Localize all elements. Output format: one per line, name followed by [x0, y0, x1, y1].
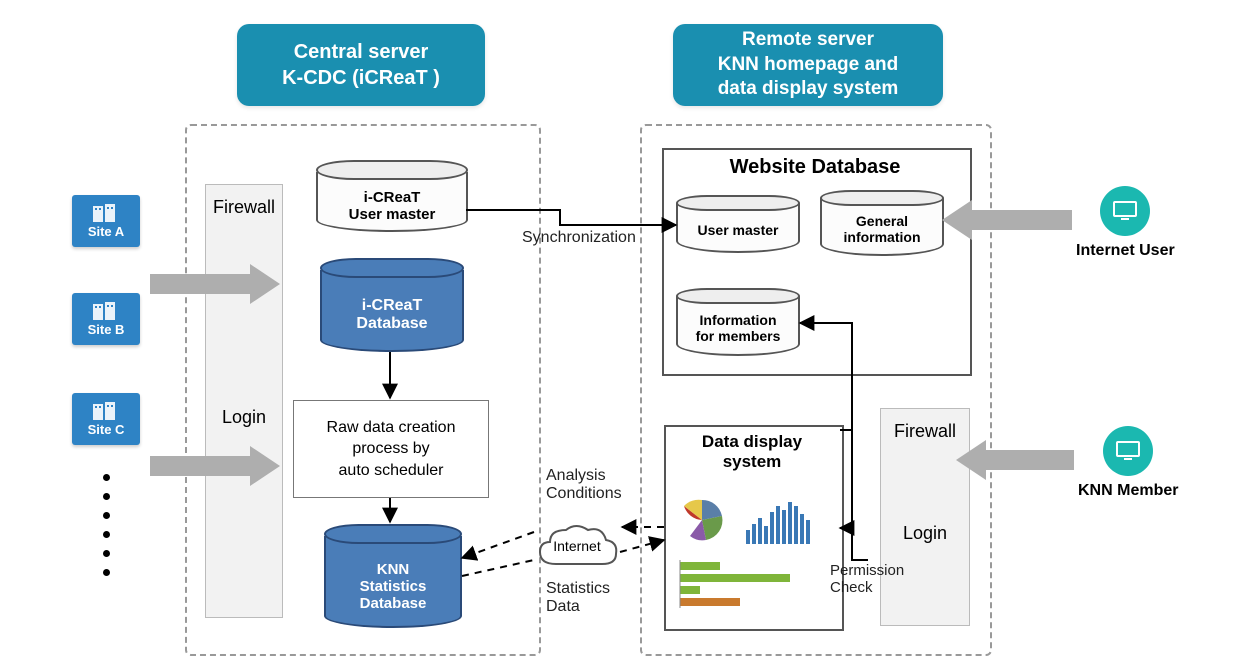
internet-user-label: Internet User [1076, 242, 1175, 260]
firewall-left: Firewall Login [205, 184, 283, 618]
website-database-title: Website Database [662, 156, 968, 179]
arrow-member-to-firewall [956, 440, 1074, 480]
site-b-label: Site B [88, 322, 125, 337]
arrow-sites-to-firewall-1 [150, 264, 280, 304]
site-c-label: Site C [88, 422, 125, 437]
site-b: Site B [72, 293, 140, 345]
raw-data-process-label: Raw data creation process by auto schedu… [327, 417, 456, 482]
monitor-icon [1100, 186, 1150, 236]
members-info-db: Information for members [678, 288, 798, 356]
remote-usermaster-db-label: User master [678, 222, 798, 238]
knn-member-label: KNN Member [1078, 482, 1178, 500]
site-icon [93, 402, 119, 420]
site-a-label: Site A [88, 224, 124, 239]
internet-cloud-label: Internet [532, 520, 622, 572]
permission-check-label: Permission Check [830, 562, 904, 596]
arrow-sites-to-firewall-2 [150, 446, 280, 486]
firewall-right-title: Firewall [894, 421, 956, 442]
raw-data-process-box: Raw data creation process by auto schedu… [293, 400, 489, 498]
central-server-header: Central server K-CDC (iCReaT ) [237, 24, 485, 106]
knn-member: KNN Member [1078, 426, 1178, 500]
firewall-left-login: Login [222, 407, 266, 428]
data-display-system-title: Data display system [664, 432, 840, 472]
arrow-internet-user-to-db [942, 200, 1072, 240]
remote-usermaster-db: User master [678, 195, 798, 253]
synchronization-label: Synchronization [522, 229, 636, 247]
chart-thumbnail-2 [680, 560, 820, 614]
internet-cloud: Internet [532, 520, 622, 572]
knn-statistics-db: KNN Statistics Database [326, 524, 460, 628]
chart-thumbnail-1 [676, 490, 832, 550]
site-icon [93, 302, 119, 320]
members-info-db-label: Information for members [678, 312, 798, 344]
knn-statistics-db-label: KNN Statistics Database [326, 561, 460, 612]
remote-server-header-text: Remote server KNN homepage and data disp… [718, 28, 899, 102]
internet-user: Internet User [1076, 186, 1175, 260]
firewall-left-title: Firewall [213, 197, 275, 218]
site-a: Site A [72, 195, 140, 247]
general-info-db-label: General information [822, 213, 942, 245]
general-info-db: General information [822, 190, 942, 256]
remote-server-header: Remote server KNN homepage and data disp… [673, 24, 943, 106]
firewall-right-login: Login [903, 523, 947, 544]
central-server-header-text: Central server K-CDC (iCReaT ) [282, 39, 440, 91]
icreat-database: i-CReaT Database [322, 258, 462, 352]
icreat-database-label: i-CReaT Database [322, 297, 462, 333]
site-c: Site C [72, 393, 140, 445]
statistics-data-label: Statistics Data [546, 580, 610, 616]
site-icon [93, 204, 119, 222]
monitor-icon [1103, 426, 1153, 476]
icreat-usermaster-db: i-CReaT User master [318, 160, 466, 232]
icreat-usermaster-db-label: i-CReaT User master [318, 189, 466, 223]
more-sites-dots [103, 474, 110, 576]
analysis-conditions-label: Analysis Conditions [546, 467, 622, 503]
